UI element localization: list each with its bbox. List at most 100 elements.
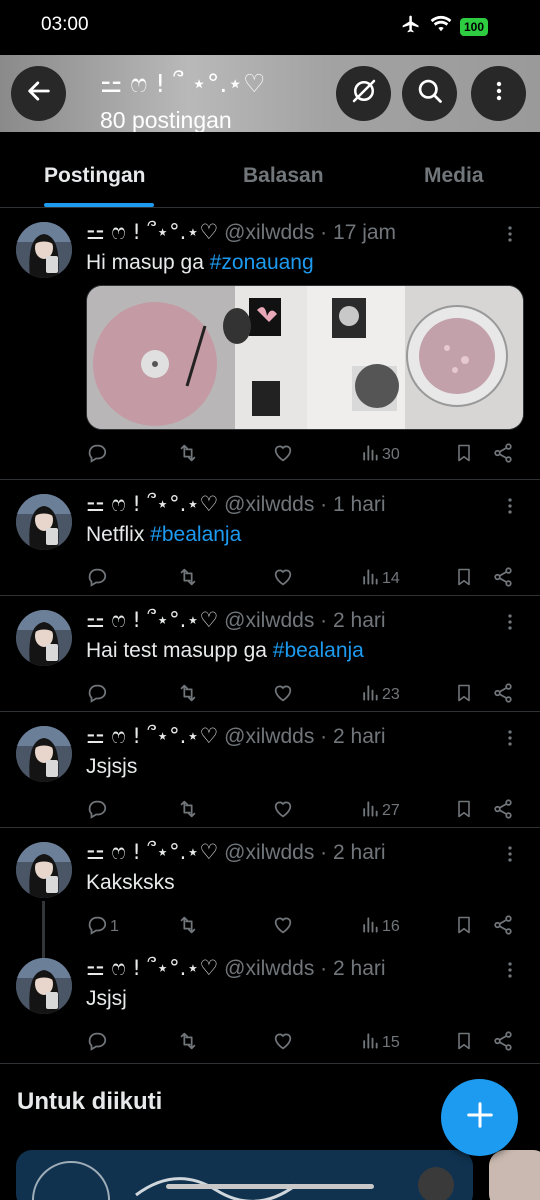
repost-button[interactable] bbox=[176, 1030, 200, 1056]
post-handle[interactable]: @xilwdds bbox=[224, 957, 314, 980]
bookmark-button[interactable] bbox=[454, 914, 474, 940]
views-button[interactable]: 30 bbox=[360, 442, 400, 468]
share-button[interactable] bbox=[492, 1030, 514, 1056]
post-hashtag[interactable]: #bealanja bbox=[150, 523, 241, 546]
post-menu-button[interactable] bbox=[502, 224, 518, 244]
post-menu-button[interactable] bbox=[502, 844, 518, 864]
like-button[interactable] bbox=[272, 1030, 294, 1056]
suggestion-card-2[interactable] bbox=[489, 1150, 540, 1200]
reply-button[interactable] bbox=[86, 798, 110, 824]
tab-balasan[interactable]: Balasan bbox=[243, 164, 324, 188]
post-author-name[interactable]: ⚍ ෆ ! ՞⋆°.⋆♡ bbox=[86, 220, 218, 244]
post-body: Netflix bbox=[86, 523, 151, 546]
post-body: Hi masup ga bbox=[86, 251, 210, 274]
avatar[interactable] bbox=[16, 222, 72, 278]
views-button[interactable]: 16 bbox=[360, 914, 400, 940]
post-time[interactable]: 2 hari bbox=[333, 725, 386, 748]
post-item[interactable]: ⚍ ෆ ! ՞⋆°.⋆♡ @xilwdds · 2 hari Jsjsj 15 bbox=[0, 944, 540, 1064]
post-time[interactable]: 2 hari bbox=[333, 841, 386, 864]
views-icon bbox=[360, 1031, 380, 1056]
post-actions: 14 bbox=[86, 566, 516, 592]
post-item[interactable]: ⚍ ෆ ! ՞⋆°.⋆♡ @xilwdds · 2 hari Hai test … bbox=[0, 596, 540, 712]
views-button[interactable]: 14 bbox=[360, 566, 400, 592]
views-count: 15 bbox=[382, 1034, 400, 1051]
post-separator: · bbox=[320, 841, 328, 864]
arrow-left-icon bbox=[25, 77, 53, 110]
post-menu-button[interactable] bbox=[502, 612, 518, 632]
post-handle[interactable]: @xilwdds bbox=[224, 609, 314, 632]
post-hashtag[interactable]: #bealanja bbox=[273, 639, 364, 662]
post-menu-button[interactable] bbox=[502, 960, 518, 980]
hide-posts-button[interactable] bbox=[336, 66, 391, 121]
home-indicator[interactable] bbox=[166, 1184, 374, 1189]
tab-postingan[interactable]: Postingan bbox=[44, 164, 146, 188]
avatar[interactable] bbox=[16, 842, 72, 898]
more-options-button[interactable] bbox=[471, 66, 526, 121]
post-item[interactable]: ⚍ ෆ ! ՞⋆°.⋆♡ @xilwdds · 2 hari Jsjsjs 27 bbox=[0, 712, 540, 828]
views-button[interactable]: 15 bbox=[360, 1030, 400, 1056]
more-vertical-icon bbox=[502, 730, 518, 752]
suggestion-card[interactable] bbox=[16, 1150, 473, 1200]
avatar[interactable] bbox=[16, 494, 72, 550]
repost-button[interactable] bbox=[176, 914, 200, 940]
views-button[interactable]: 27 bbox=[360, 798, 400, 824]
share-button[interactable] bbox=[492, 682, 514, 708]
post-author-name[interactable]: ⚍ ෆ ! ՞⋆°.⋆♡ bbox=[86, 492, 218, 516]
post-author-name[interactable]: ⚍ ෆ ! ՞⋆°.⋆♡ bbox=[86, 608, 218, 632]
tab-media[interactable]: Media bbox=[424, 164, 484, 188]
post-handle[interactable]: @xilwdds bbox=[224, 725, 314, 748]
post-time[interactable]: 2 hari bbox=[333, 609, 386, 632]
reply-button[interactable] bbox=[86, 1030, 110, 1056]
post-time[interactable]: 2 hari bbox=[333, 957, 386, 980]
post-actions: 1 16 bbox=[86, 914, 516, 940]
post-author-name[interactable]: ⚍ ෆ ! ՞⋆°.⋆♡ bbox=[86, 724, 218, 748]
bookmark-button[interactable] bbox=[454, 682, 474, 708]
post-image[interactable] bbox=[86, 285, 524, 430]
reply-button[interactable]: 1 bbox=[86, 914, 119, 940]
share-button[interactable] bbox=[492, 798, 514, 824]
heart-icon bbox=[272, 798, 294, 825]
bookmark-icon bbox=[454, 682, 474, 709]
compose-button[interactable] bbox=[441, 1079, 518, 1156]
like-button[interactable] bbox=[272, 914, 294, 940]
post-author-name[interactable]: ⚍ ෆ ! ՞⋆°.⋆♡ bbox=[86, 956, 218, 980]
avatar[interactable] bbox=[16, 958, 72, 1014]
like-button[interactable] bbox=[272, 682, 294, 708]
repost-button[interactable] bbox=[176, 798, 200, 824]
post-handle[interactable]: @xilwdds bbox=[224, 841, 314, 864]
avatar[interactable] bbox=[16, 610, 72, 666]
repost-button[interactable] bbox=[176, 682, 200, 708]
repost-button[interactable] bbox=[176, 566, 200, 592]
post-item[interactable]: ⚍ ෆ ! ՞⋆°.⋆♡ @xilwdds · 17 jam Hi masup … bbox=[0, 208, 540, 480]
like-button[interactable] bbox=[272, 798, 294, 824]
share-button[interactable] bbox=[492, 914, 514, 940]
post-item[interactable]: ⚍ ෆ ! ՞⋆°.⋆♡ @xilwdds · 2 hari Kaksksks … bbox=[0, 828, 540, 971]
post-time[interactable]: 1 hari bbox=[333, 493, 386, 516]
views-button[interactable]: 23 bbox=[360, 682, 400, 708]
search-button[interactable] bbox=[402, 66, 457, 121]
like-button[interactable] bbox=[272, 442, 294, 468]
post-author-name[interactable]: ⚍ ෆ ! ՞⋆°.⋆♡ bbox=[86, 840, 218, 864]
avatar[interactable] bbox=[16, 726, 72, 782]
post-text: Kaksksks bbox=[86, 871, 175, 895]
bookmark-button[interactable] bbox=[454, 798, 474, 824]
bookmark-button[interactable] bbox=[454, 442, 474, 468]
post-time[interactable]: 17 jam bbox=[333, 221, 396, 244]
more-vertical-icon bbox=[502, 226, 518, 248]
post-item[interactable]: ⚍ ෆ ! ՞⋆°.⋆♡ @xilwdds · 1 hari Netflix #… bbox=[0, 480, 540, 596]
repost-button[interactable] bbox=[176, 442, 200, 468]
reply-button[interactable] bbox=[86, 682, 110, 708]
reply-button[interactable] bbox=[86, 566, 110, 592]
back-button[interactable] bbox=[11, 66, 66, 121]
post-hashtag[interactable]: #zonauang bbox=[210, 251, 314, 274]
bookmark-button[interactable] bbox=[454, 566, 474, 592]
share-button[interactable] bbox=[492, 566, 514, 592]
post-menu-button[interactable] bbox=[502, 496, 518, 516]
post-handle[interactable]: @xilwdds bbox=[224, 221, 314, 244]
like-button[interactable] bbox=[272, 566, 294, 592]
reply-button[interactable] bbox=[86, 442, 110, 468]
share-button[interactable] bbox=[492, 442, 514, 468]
post-handle[interactable]: @xilwdds bbox=[224, 493, 314, 516]
bookmark-button[interactable] bbox=[454, 1030, 474, 1056]
post-menu-button[interactable] bbox=[502, 728, 518, 748]
